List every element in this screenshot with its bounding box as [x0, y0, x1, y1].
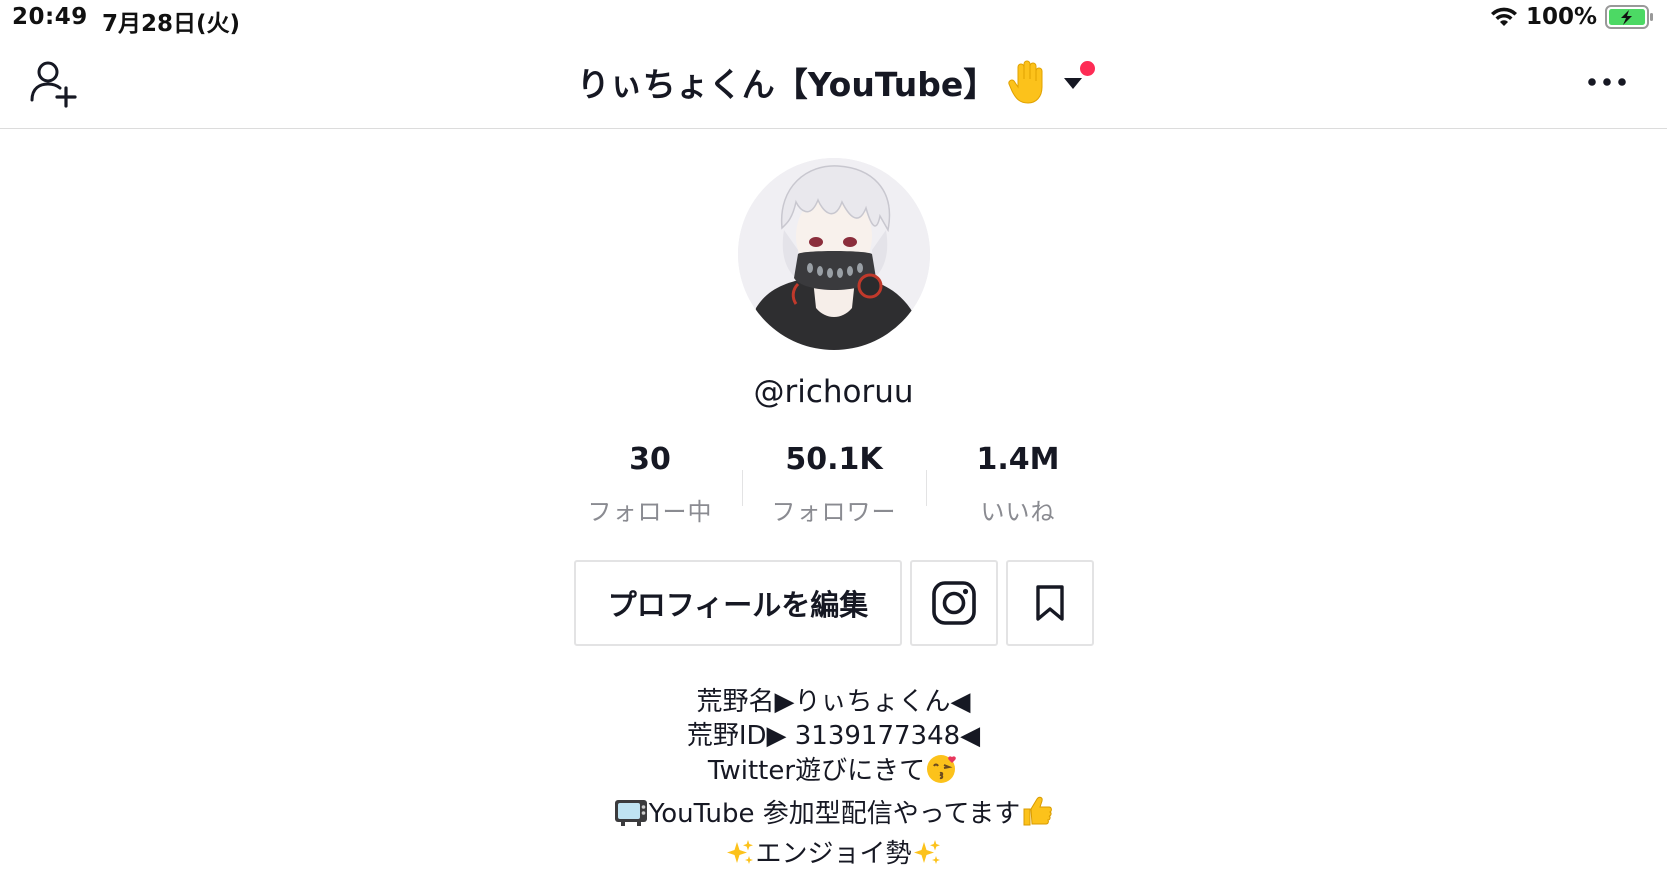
bio-text: 荒野ID▶ 3139177348◀ — [686, 721, 981, 751]
stat-followers[interactable]: 50.1K フォロワー — [744, 442, 924, 527]
following-label: フォロー中 — [587, 498, 713, 526]
following-count: 30 — [629, 442, 671, 477]
stat-divider — [742, 470, 743, 506]
bio-line: エンジョイ勢 — [0, 837, 1667, 877]
bio-line: 荒野名▶りぃちょくん◀ — [0, 685, 1667, 719]
stat-following[interactable]: 30 フォロー中 — [560, 442, 740, 527]
bio-text: 荒野名▶りぃちょくん◀ — [696, 687, 971, 717]
battery-percentage: 100% — [1525, 4, 1597, 30]
kiss-face-icon — [925, 753, 959, 794]
favorites-button[interactable] — [1006, 560, 1094, 646]
bio-text: YouTube 参加型配信やってます — [648, 799, 1021, 829]
instagram-button[interactable] — [910, 560, 998, 646]
more-options-button[interactable] — [1587, 72, 1627, 92]
bio-line: 荒野ID▶ 3139177348◀ — [0, 719, 1667, 753]
status-indicators: 100% — [1490, 4, 1655, 30]
account-title: りぃちょくん【YouTube】 — [576, 65, 997, 104]
likes-count: 1.4M — [976, 442, 1060, 477]
sparkles-icon — [725, 838, 755, 877]
followers-label: フォロワー — [771, 498, 897, 526]
likes-label: いいね — [980, 498, 1056, 526]
bio-text: エンジョイ勢 — [755, 839, 912, 869]
caret-down-icon — [1064, 78, 1083, 89]
profile-bio: 荒野名▶りぃちょくん◀ 荒野ID▶ 3139177348◀ Twitter遊びに… — [0, 685, 1667, 877]
profile-username: @richoruu — [753, 374, 914, 410]
followers-count: 50.1K — [785, 442, 883, 477]
bio-text: Twitter遊びにきて — [707, 756, 926, 786]
edit-profile-button[interactable]: プロフィールを編集 — [574, 560, 902, 646]
more-icon — [1588, 78, 1626, 86]
instagram-icon — [932, 581, 976, 625]
bio-line: Twitter遊びにきて — [0, 753, 1667, 794]
bookmark-icon — [1036, 585, 1064, 621]
status-bar: 20:49 7月28日(火) 100% — [0, 0, 1667, 40]
status-time: 20:49 — [12, 4, 88, 30]
battery-charging-icon — [1605, 5, 1655, 29]
stat-likes[interactable]: 1.4M いいね — [928, 442, 1108, 527]
wifi-icon — [1490, 6, 1518, 28]
account-dropdown[interactable] — [1060, 61, 1096, 102]
thumbs-up-icon — [1020, 794, 1054, 837]
sparkles-icon — [912, 838, 942, 877]
account-switcher[interactable]: りぃちょくん【YouTube】 — [0, 58, 1667, 106]
top-nav-bar: りぃちょくん【YouTube】 — [0, 40, 1667, 129]
hand-icon — [1006, 59, 1050, 105]
tv-icon — [613, 796, 649, 837]
profile-avatar[interactable] — [738, 158, 930, 350]
notification-dot — [1080, 61, 1096, 76]
stat-divider — [926, 470, 927, 506]
bio-line: YouTube 参加型配信やってます — [0, 794, 1667, 837]
status-date: 7月28日(火) — [102, 11, 241, 37]
avatar-image — [738, 158, 930, 350]
